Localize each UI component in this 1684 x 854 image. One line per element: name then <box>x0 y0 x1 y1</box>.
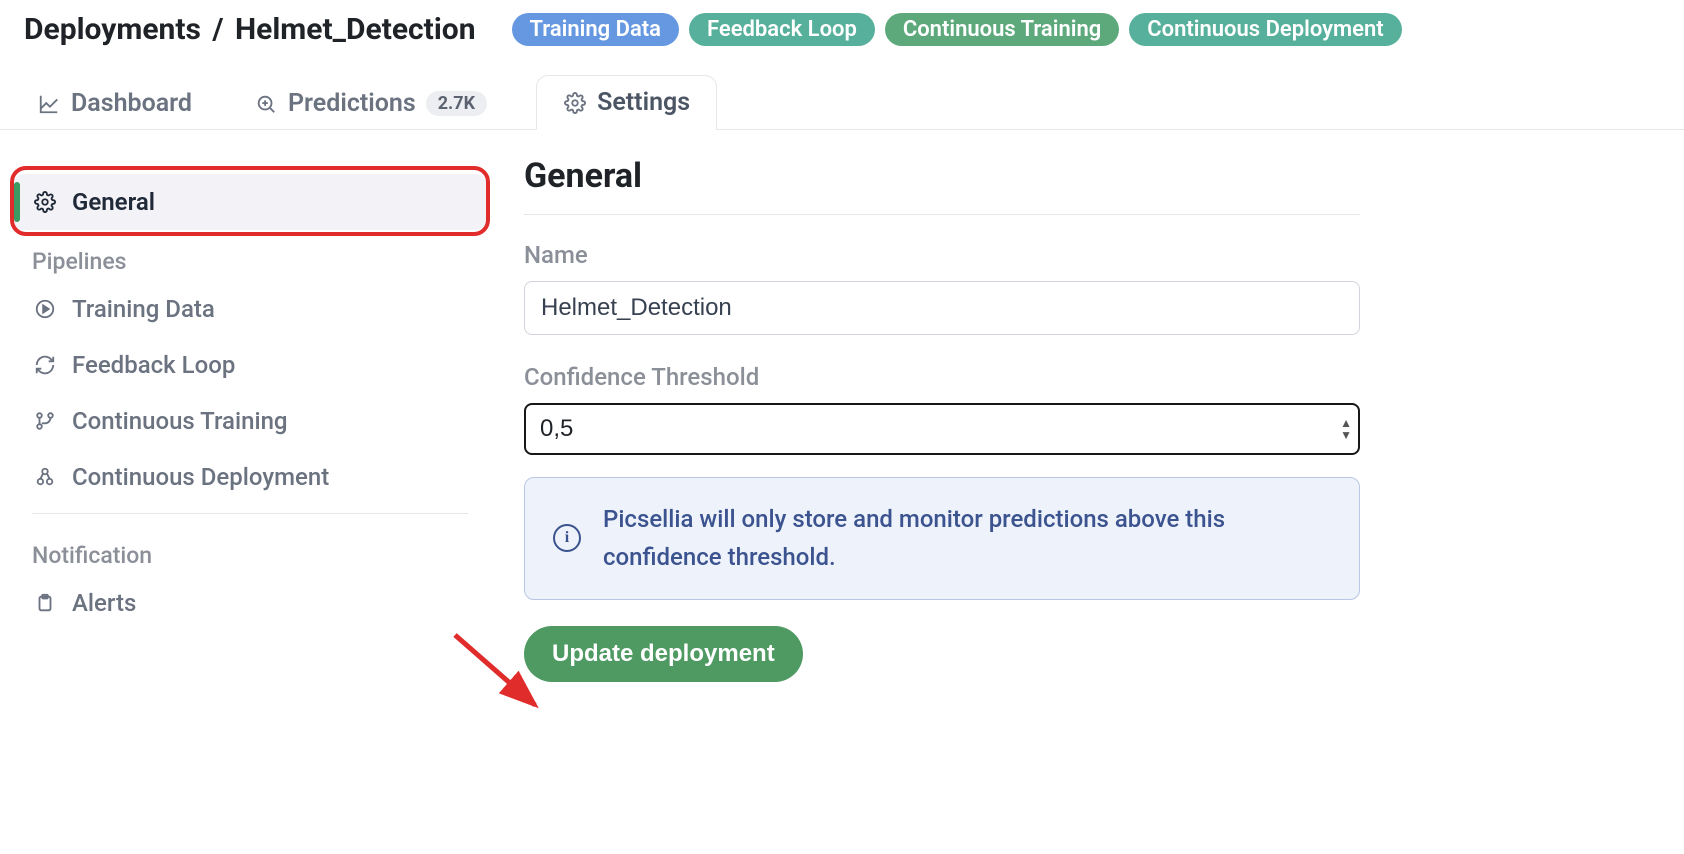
tab-predictions[interactable]: Predictions 2.7K <box>241 78 500 129</box>
step-down-icon[interactable]: ▼ <box>1340 430 1352 440</box>
sidebar-section-notification: Notification <box>14 524 486 575</box>
sidebar-section-pipelines: Pipelines <box>14 230 486 281</box>
badge-continuous-deployment[interactable]: Continuous Deployment <box>1129 13 1401 46</box>
badge-training-data[interactable]: Training Data <box>512 13 679 46</box>
sidebar-item-training-data[interactable]: Training Data <box>14 281 486 337</box>
step-up-icon[interactable]: ▲ <box>1340 418 1352 428</box>
breadcrumb: Deployments / Helmet_Detection <box>24 12 476 47</box>
sidebar-item-alerts[interactable]: Alerts <box>14 575 486 631</box>
threshold-info-text: Picsellia will only store and monitor pr… <box>603 500 1331 577</box>
sidebar-item-general[interactable]: General <box>14 174 486 230</box>
name-field-label: Name <box>524 241 1360 269</box>
update-deployment-button[interactable]: Update deployment <box>524 626 803 682</box>
tabs: Dashboard Predictions 2.7K Settings <box>0 57 1684 130</box>
gear-icon <box>32 189 58 215</box>
breadcrumb-current: Helmet_Detection <box>235 12 476 47</box>
tab-settings[interactable]: Settings <box>536 75 717 130</box>
sidebar-item-label: Training Data <box>72 295 215 323</box>
tab-dashboard-label: Dashboard <box>71 89 192 118</box>
gear-icon <box>563 91 587 115</box>
badge-continuous-training[interactable]: Continuous Training <box>885 13 1119 46</box>
chart-line-icon <box>37 92 61 116</box>
threshold-info-box: i Picsellia will only store and monitor … <box>524 477 1360 600</box>
predictions-count-badge: 2.7K <box>426 91 487 116</box>
clipboard-icon <box>32 590 58 616</box>
settings-sidebar: General Pipelines Training Data Feedback… <box>0 150 500 722</box>
tab-settings-label: Settings <box>597 88 690 117</box>
git-branch-icon <box>32 408 58 434</box>
info-icon: i <box>553 524 581 552</box>
number-stepper[interactable]: ▲ ▼ <box>1340 418 1352 440</box>
sidebar-item-label: Continuous Training <box>72 407 288 435</box>
sidebar-item-feedback-loop[interactable]: Feedback Loop <box>14 337 486 393</box>
sidebar-item-label: Continuous Deployment <box>72 463 329 491</box>
panel-title: General <box>524 156 1360 215</box>
header: Deployments / Helmet_Detection Training … <box>0 0 1684 57</box>
tab-dashboard[interactable]: Dashboard <box>24 78 205 129</box>
search-plus-icon <box>254 92 278 116</box>
sidebar-item-label: Alerts <box>72 589 136 617</box>
settings-panel: General Name Confidence Threshold ▲ ▼ i … <box>500 150 1400 722</box>
name-input[interactable] <box>524 281 1360 335</box>
play-circle-icon <box>32 296 58 322</box>
tab-predictions-label: Predictions <box>288 89 416 118</box>
webhook-icon <box>32 464 58 490</box>
sidebar-item-continuous-training[interactable]: Continuous Training <box>14 393 486 449</box>
sidebar-item-label: Feedback Loop <box>72 351 235 379</box>
badge-feedback-loop[interactable]: Feedback Loop <box>689 13 875 46</box>
header-badges: Training Data Feedback Loop Continuous T… <box>512 13 1402 46</box>
sidebar-item-label: General <box>72 188 155 216</box>
sidebar-divider <box>32 513 468 514</box>
refresh-icon <box>32 352 58 378</box>
sidebar-item-continuous-deployment[interactable]: Continuous Deployment <box>14 449 486 505</box>
confidence-threshold-input[interactable] <box>524 403 1360 455</box>
breadcrumb-root[interactable]: Deployments <box>24 12 201 47</box>
threshold-field-label: Confidence Threshold <box>524 363 1360 391</box>
breadcrumb-separator: / <box>212 12 223 47</box>
